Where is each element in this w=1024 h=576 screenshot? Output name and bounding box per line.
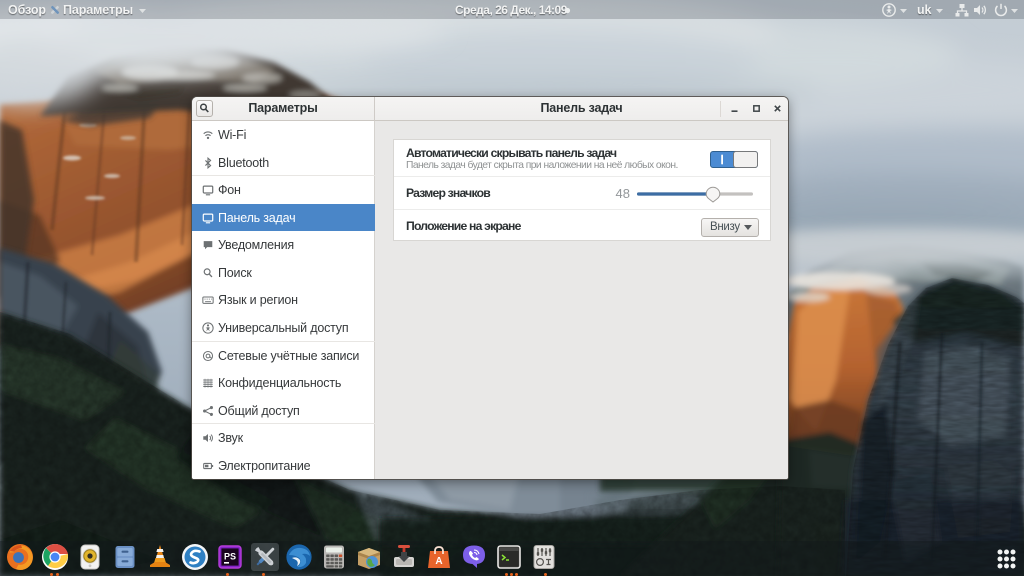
svg-text:A: A [435,556,442,567]
svg-text:PS: PS [224,552,236,562]
